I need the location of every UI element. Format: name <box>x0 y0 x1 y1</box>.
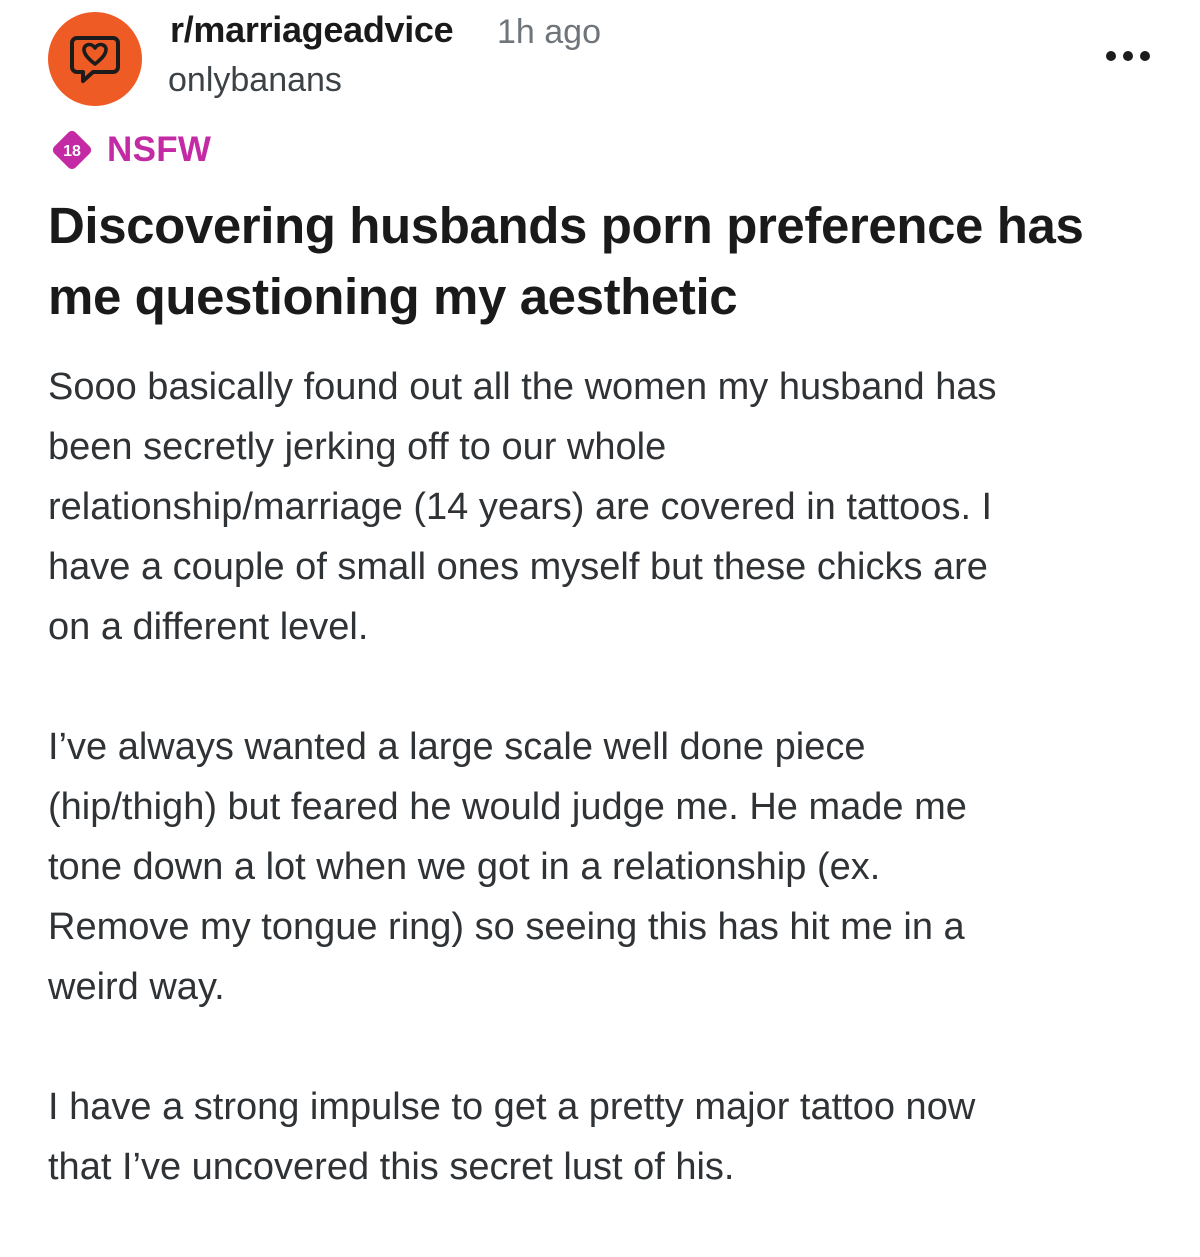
nsfw-age-label: 18 <box>63 143 81 160</box>
subreddit-avatar[interactable] <box>48 12 142 106</box>
post-card: r/marriageadvice 1h ago onlybanans 18 NS… <box>0 0 1200 1188</box>
author-username[interactable]: onlybanans <box>168 58 342 102</box>
post-paragraph: I have a strong impulse to get a pretty … <box>48 1086 976 1188</box>
post-paragraph: Sooo basically found out all the women m… <box>48 366 997 648</box>
nsfw-18-icon: 18 <box>48 126 96 174</box>
post-title[interactable]: Discovering husbands porn preference has… <box>48 190 1158 332</box>
post-timestamp: 1h ago <box>497 13 601 51</box>
post-body: Sooo basically found out all the women m… <box>48 357 1158 1257</box>
chat-heart-icon <box>70 36 120 83</box>
nsfw-label: NSFW <box>107 130 212 169</box>
more-horizontal-icon <box>1106 51 1116 61</box>
more-horizontal-icon-dot <box>1140 51 1150 61</box>
nsfw-badge: 18 NSFW <box>48 124 211 176</box>
post-paragraph: I’ve always wanted a large scale well do… <box>48 726 967 1008</box>
more-horizontal-icon-dot <box>1123 51 1133 61</box>
subreddit-link[interactable]: r/marriageadvice <box>170 8 454 52</box>
more-options-button[interactable] <box>1098 36 1158 76</box>
